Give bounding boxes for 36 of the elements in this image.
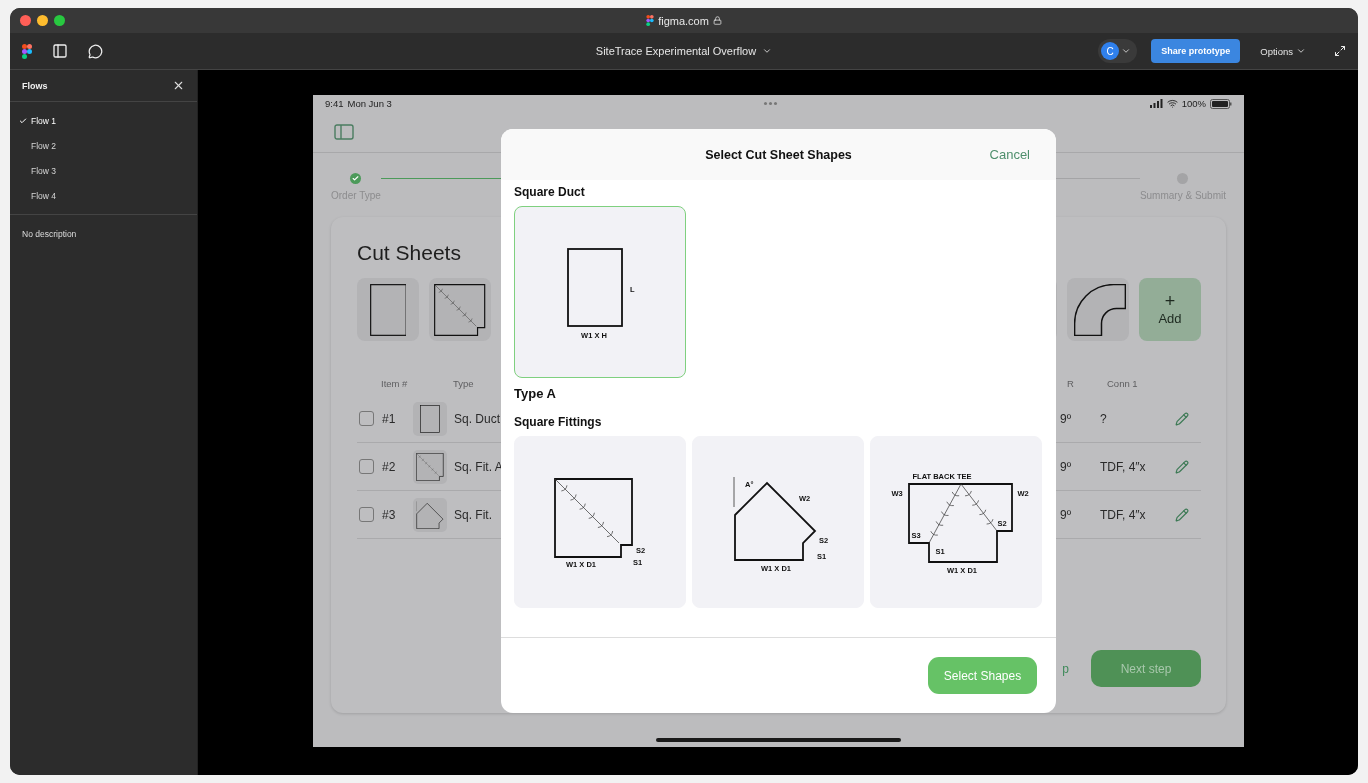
battery-percent: 100% [1181, 98, 1206, 109]
column-header: Conn 1 [1107, 378, 1139, 389]
r-cell-text: 9º [1060, 459, 1073, 474]
column-header: Item # [381, 378, 409, 389]
item-number: #1 [382, 411, 397, 426]
connection-cell-text: TDF, 4″x [1100, 507, 1147, 522]
item-number: #3 [382, 507, 397, 522]
options-menu-button[interactable]: Options [1254, 44, 1312, 58]
connection-cell-text: ? [1100, 411, 1108, 426]
section-title: Square Fittings [514, 415, 603, 429]
dialog-title: Select Cut Sheet Shapes [705, 147, 852, 162]
share-prototype-button[interactable]: Share prototype [1151, 39, 1241, 63]
cancel-button[interactable]: Cancel [983, 146, 1036, 163]
add-button[interactable]: + Add [1139, 278, 1201, 341]
flow-description: No description [21, 228, 78, 241]
sidebar-title: Flows [22, 80, 48, 91]
r-cell-text: 9º [1060, 411, 1073, 426]
status-date: Mon Jun 3 [347, 98, 392, 109]
flow-item[interactable]: Flow 1 [10, 108, 197, 133]
column-header: R [1067, 378, 1075, 389]
flow-item[interactable]: Flow 2 [10, 133, 197, 158]
user-menu[interactable]: C [1098, 39, 1138, 63]
flow-item[interactable]: Flow 4 [10, 183, 197, 208]
r-cell-text: 9º [1060, 507, 1073, 522]
column-header: Type [453, 378, 475, 389]
type-cell-text: Sq. Duct [454, 411, 502, 426]
shape-label: Type A [514, 386, 557, 401]
status-time: 9:41 [325, 98, 344, 109]
address-text: figma.com [658, 14, 709, 27]
item-number: #2 [382, 459, 397, 474]
file-title[interactable]: SiteTrace Experimental Overflow [595, 45, 773, 57]
type-cell-text: Sq. Fit. [454, 507, 493, 522]
section-title: Square Duct [514, 185, 586, 199]
connection-cell-text: TDF, 4″x [1100, 459, 1147, 474]
card-title: Cut Sheets [357, 241, 462, 266]
flow-item[interactable]: Flow 3 [10, 158, 197, 183]
